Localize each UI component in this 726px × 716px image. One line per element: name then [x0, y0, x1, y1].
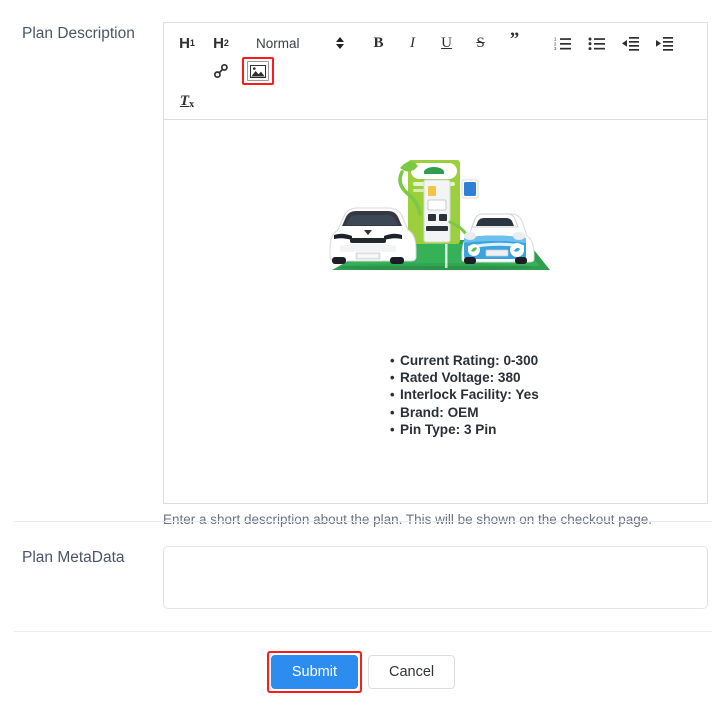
spec-list: Current Rating: 0-300 Rated Voltage: 380…: [164, 352, 707, 438]
plan-metadata-input[interactable]: [163, 546, 708, 609]
heading-2-sub: 2: [223, 38, 229, 48]
heading-1-label: H: [179, 34, 190, 52]
italic-icon: I: [410, 34, 416, 51]
action-divider: [14, 631, 712, 632]
ev-charging-station-image: [312, 138, 560, 278]
bold-icon: B: [373, 34, 384, 51]
cancel-button[interactable]: Cancel: [368, 655, 456, 689]
plan-description-row: Plan Description H1 H2 Normal B I U S ” …: [0, 0, 726, 529]
editor-content-area[interactable]: Current Rating: 0-300 Rated Voltage: 380…: [163, 119, 708, 504]
bold-button[interactable]: B: [366, 29, 392, 57]
bullet-list-icon: [588, 37, 606, 50]
ordered-list-button[interactable]: 1 2 3: [550, 29, 576, 57]
plan-description-label-col: Plan Description: [0, 22, 163, 529]
heading-1-button[interactable]: H1: [174, 29, 200, 57]
editor-toolbar: H1 H2 Normal B I U S ” 1 2 3 T x: [163, 22, 708, 119]
heading-2-label: H: [213, 34, 224, 52]
ordered-list-icon: 1 2 3: [554, 36, 572, 51]
svg-text:3: 3: [554, 46, 557, 51]
italic-button[interactable]: I: [400, 29, 426, 57]
format-select[interactable]: Normal: [256, 29, 344, 57]
format-select-value: Normal: [256, 35, 300, 51]
heading-1-sub: 1: [189, 38, 195, 48]
chevron-updown-icon: [335, 37, 344, 49]
editor-toolbar-row-2: Tx: [174, 85, 697, 115]
underline-icon: U: [441, 34, 452, 51]
strikethrough-icon: S: [476, 34, 485, 51]
submit-button-wrapper: Submit: [266, 651, 362, 693]
form-actions: Submit Cancel: [0, 651, 726, 693]
section-divider: [14, 521, 712, 522]
list-item: Interlock Facility: Yes: [390, 386, 707, 403]
submit-button[interactable]: Submit: [270, 655, 358, 689]
link-button[interactable]: [208, 57, 234, 85]
plan-metadata-field-col: [163, 546, 726, 614]
list-item: Pin Type: 3 Pin: [390, 421, 707, 438]
image-button[interactable]: [242, 57, 274, 85]
indent-button[interactable]: [652, 29, 678, 57]
quote-icon: ”: [509, 29, 520, 50]
clear-format-button[interactable]: Tx: [174, 87, 200, 115]
plan-description-label: Plan Description: [22, 25, 135, 42]
list-item: Brand: OEM: [390, 404, 707, 421]
indent-icon: [656, 36, 674, 51]
bullet-list-button[interactable]: [584, 29, 610, 57]
plan-description-field-col: H1 H2 Normal B I U S ” 1 2 3 T x • Curre…: [163, 22, 726, 529]
underline-button[interactable]: U: [434, 29, 460, 57]
rich-text-editor: H1 H2 Normal B I U S ” 1 2 3 T x • Curre…: [163, 22, 708, 504]
plan-metadata-label-col: Plan MetaData: [0, 546, 163, 614]
outdent-icon: [622, 36, 640, 51]
strikethrough-button[interactable]: S: [468, 29, 494, 57]
editor-image-figure: [164, 120, 707, 278]
link-icon: [213, 63, 228, 79]
ev-scene-illustration: [329, 160, 550, 271]
blockquote-button[interactable]: ”: [502, 29, 528, 57]
clear-format-label: T: [179, 92, 190, 109]
plan-metadata-row: Plan MetaData: [0, 546, 726, 614]
plan-metadata-label: Plan MetaData: [22, 549, 125, 566]
heading-2-button[interactable]: H2: [208, 29, 234, 57]
plan-form-page: Plan Description H1 H2 Normal B I U S ” …: [0, 0, 726, 716]
clear-format-sub: x: [189, 98, 195, 110]
list-item: Rated Voltage: 380: [390, 369, 707, 386]
list-item: Current Rating: 0-300: [390, 352, 707, 369]
outdent-button[interactable]: [618, 29, 644, 57]
image-icon: [247, 61, 269, 81]
plan-description-helper-text: Enter a short description about the plan…: [163, 512, 653, 527]
